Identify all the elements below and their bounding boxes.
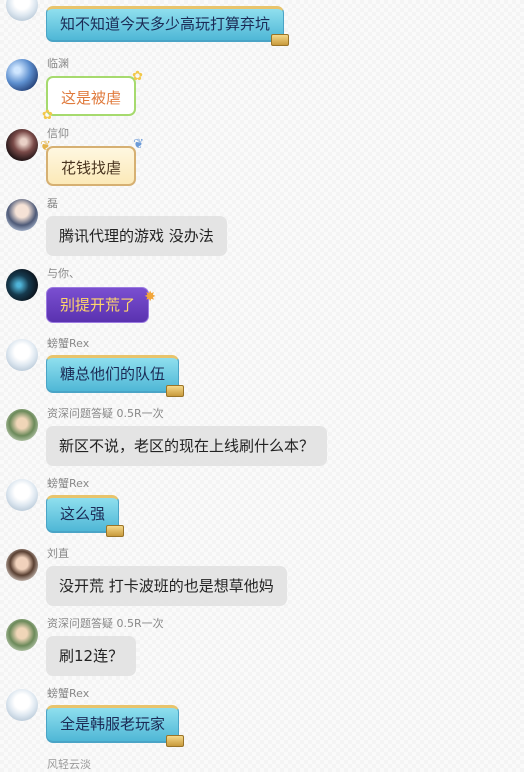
night-scene-avatar[interactable] <box>6 269 38 301</box>
message-text: 全是韩服老玩家 <box>60 715 166 733</box>
anime-girl-avatar[interactable] <box>6 479 38 511</box>
flower-decoration-icon: ✿ <box>42 108 53 123</box>
message-text: 花钱找虐 <box>61 159 122 177</box>
message-item: 信仰 花钱找虐 ❦ ❦ <box>0 126 524 196</box>
bubble-ornament-icon <box>106 525 125 537</box>
planet-avatar[interactable] <box>6 59 38 91</box>
sender-name: 螃蟹Rex <box>47 477 90 490</box>
anime-girl-avatar[interactable] <box>6 689 38 721</box>
message-text: 新区不说，老区的现在上线刷什么本？ <box>59 437 315 455</box>
message-text: 没开荒 打卡波班的也是想草他妈 <box>59 577 274 595</box>
message-text: 知不知道今天多少高玩打算弃坑 <box>60 15 271 33</box>
star-decoration-icon: ✸ <box>144 289 157 305</box>
anime-boy-avatar[interactable] <box>6 199 38 231</box>
face-avatar[interactable] <box>6 549 38 581</box>
message-bubble[interactable]: 刷12连？ <box>46 636 137 676</box>
message-bubble[interactable]: 糖总他们的队伍 <box>46 355 185 397</box>
game-character-avatar[interactable] <box>6 619 38 651</box>
anime-girl-avatar[interactable] <box>6 0 38 21</box>
message-bubble[interactable]: 知不知道今天多少高玩打算弃坑 <box>46 6 290 46</box>
sender-name: 风轻云淡 <box>47 758 91 771</box>
sender-name: 磊 <box>47 197 58 210</box>
sender-name: 刘直 <box>47 547 69 560</box>
sender-name: 资深问题答疑 0.5R一次 <box>47 407 164 420</box>
message-item: 刘直 没开荒 打卡波班的也是想草他妈 <box>0 546 524 616</box>
message-item: 资深问题答疑 0.5R一次 刷12连？ <box>0 616 524 686</box>
message-bubble[interactable]: 新区不说，老区的现在上线刷什么本？ <box>46 426 328 466</box>
message-item: 临渊 这是被虐 ✿ ✿ <box>0 56 524 126</box>
sender-name: 与你、 <box>47 267 80 280</box>
message-text: 糖总他们的队伍 <box>60 365 166 383</box>
butterfly-decoration-icon: ❦ <box>40 139 51 154</box>
chat-message-list[interactable]: 知不知道今天多少高玩打算弃坑 临渊 这是被虐 ✿ ✿ 信仰 花钱找虐 ❦ ❦ 磊… <box>0 0 524 771</box>
game-character-avatar[interactable] <box>6 409 38 441</box>
bubble-ornament-icon <box>166 735 185 747</box>
message-bubble[interactable]: 腾讯代理的游戏 没办法 <box>46 216 227 256</box>
sender-name: 临渊 <box>47 57 69 70</box>
message-text: 刷12连？ <box>59 647 124 665</box>
message-item: 磊 腾讯代理的游戏 没办法 <box>0 196 524 266</box>
butterfly-decoration-icon: ❦ <box>133 137 145 152</box>
sender-name: 螃蟹Rex <box>47 687 90 700</box>
message-bubble[interactable]: 花钱找虐 ❦ ❦ <box>40 138 144 186</box>
dark-portrait-avatar[interactable] <box>6 129 38 161</box>
message-text: 这么强 <box>60 505 106 523</box>
message-text: 别提开荒了 <box>60 296 136 314</box>
message-bubble[interactable]: 这么强 <box>46 495 125 537</box>
message-item: 资深问题答疑 0.5R一次 新区不说，老区的现在上线刷什么本？ <box>0 406 524 476</box>
message-text: 这是被虐 <box>61 89 122 107</box>
sender-name: 资深问题答疑 0.5R一次 <box>47 617 164 630</box>
message-item: 螃蟹Rex 这么强 <box>0 476 524 546</box>
message-bubble[interactable]: 全是韩服老玩家 <box>46 705 185 747</box>
flower-decoration-icon: ✿ <box>132 69 144 84</box>
bubble-ornament-icon <box>271 34 290 46</box>
message-item: 与你、 别提开荒了 ✸ <box>0 266 524 336</box>
message-item: 知不知道今天多少高玩打算弃坑 <box>0 0 524 56</box>
bubble-ornament-icon <box>166 385 185 397</box>
sender-name: 螃蟹Rex <box>47 337 90 350</box>
message-bubble[interactable]: 没开荒 打卡波班的也是想草他妈 <box>46 566 287 606</box>
message-item: 螃蟹Rex 全是韩服老玩家 <box>0 686 524 756</box>
message-text: 腾讯代理的游戏 没办法 <box>59 227 214 245</box>
anime-girl-avatar[interactable] <box>6 339 38 371</box>
message-bubble[interactable]: 别提开荒了 ✸ <box>46 287 156 323</box>
message-item: 螃蟹Rex 糖总他们的队伍 <box>0 336 524 406</box>
message-bubble[interactable]: 这是被虐 ✿ ✿ <box>42 70 143 122</box>
